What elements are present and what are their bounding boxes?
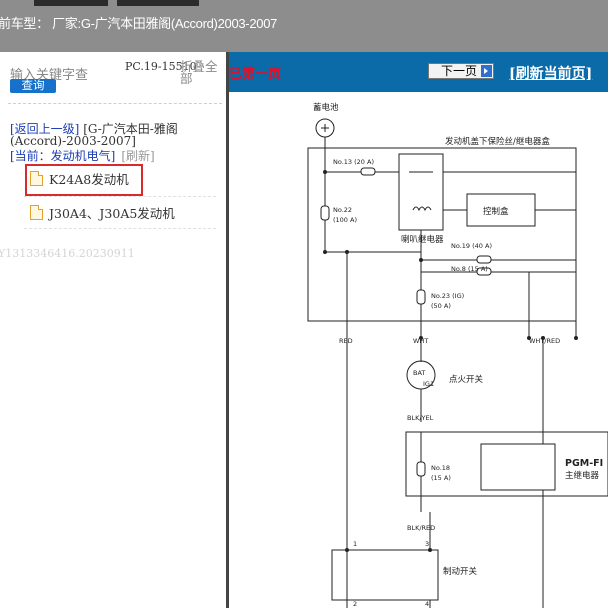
- fold-all-button[interactable]: 折叠全部: [180, 60, 220, 85]
- bat-pin-label: BAT: [413, 369, 425, 377]
- main-relay-label: 主继电器: [565, 470, 600, 481]
- next-page-button[interactable]: 下一页: [428, 63, 494, 79]
- pin-2-label: 2: [353, 600, 357, 608]
- battery-label: 蓄电池: [313, 102, 339, 113]
- selection-highlight: [25, 164, 143, 196]
- divider: [24, 228, 216, 229]
- fuse-23-label: No.23 (IG): [431, 292, 464, 300]
- wire-blkyel-label: BLK/YEL: [407, 414, 434, 422]
- divider: [8, 103, 222, 104]
- document-icon: [30, 204, 43, 220]
- fuse-23-amp: (50 A): [431, 302, 451, 310]
- wire-whtred-label: WHT/RED: [529, 337, 560, 345]
- page-title: 前车型： 厂家:G-广汽本田雅阁(Accord)2003-2007: [0, 16, 278, 31]
- refresh-page-link[interactable]: [刷新当前页]: [509, 63, 592, 83]
- wiring-diagram: 蓄电池 发动机盖下保险丝/继电器盒 No.13 (20 A) No.22 (10…: [229, 92, 608, 608]
- fuse-19-label: No.19 (40 A): [451, 242, 492, 250]
- wire-red-label: RED: [339, 337, 353, 345]
- refresh-link[interactable]: [刷新]: [121, 149, 154, 163]
- fuse-22-amp: (100 A): [333, 216, 357, 224]
- chevron-down-icon[interactable]: [481, 65, 492, 77]
- next-page-label: 下一页: [441, 64, 478, 78]
- top-bar: 前车型： 厂家:G-广汽本田雅阁(Accord)2003-2007: [0, 0, 608, 52]
- pgm-fi-label: PGM-FI: [565, 458, 603, 469]
- top-tab[interactable]: [34, 0, 108, 6]
- wire-wht-label: WHT: [413, 337, 428, 345]
- wire-blkred-label: BLK/RED: [407, 524, 435, 532]
- ig1-pin-label: IG1: [423, 380, 434, 388]
- fuse-22-label: No.22: [333, 206, 352, 214]
- pin-1-label: 1: [353, 540, 357, 548]
- horn-relay-label: 喇叭继电器: [401, 234, 444, 245]
- breadcrumb: [返回上一级] [G-广汽本田-雅阁(Accord)-2003-2007]: [10, 123, 220, 147]
- fuse-18-amp: (15 A): [431, 474, 451, 482]
- pin-4-label: 4: [425, 600, 429, 608]
- fuse-13-label: No.13 (20 A): [333, 158, 374, 166]
- divider: [24, 196, 216, 197]
- current-location: [当前：发动机电气] [刷新]: [10, 147, 155, 164]
- first-page-notice: 已第一页: [229, 67, 282, 82]
- watermark: Y1313346416.20230911: [0, 247, 135, 260]
- ignition-switch-label: 点火开关: [449, 374, 484, 385]
- tree-item-label: J30A4、J30A5发动机: [49, 205, 175, 221]
- wiring-diagram-svg: 蓄电池 发动机盖下保险丝/继电器盒 No.13 (20 A) No.22 (10…: [307, 102, 608, 608]
- control-box-label: 控制盒: [483, 206, 509, 217]
- search-button[interactable]: 查询: [10, 79, 56, 93]
- brake-switch-label: 制动开关: [443, 566, 478, 577]
- tree-item-j30a4[interactable]: J30A4、J30A5发动机: [30, 201, 175, 223]
- top-tab[interactable]: [117, 0, 199, 6]
- pin-3-label: 3: [425, 540, 429, 548]
- fuse-18-label: No.18: [431, 464, 450, 472]
- fuse-box-label: 发动机盖下保险丝/继电器盒: [445, 136, 550, 147]
- fuse-8-label: No.8 (15 A): [451, 265, 488, 273]
- current-label: [当前：发动机电气]: [10, 149, 116, 163]
